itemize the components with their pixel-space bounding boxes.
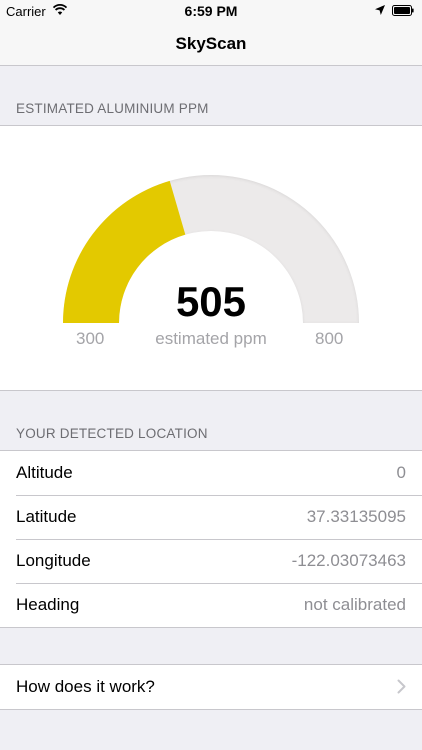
- chevron-right-icon: [397, 679, 406, 694]
- altitude-value: 0: [396, 463, 406, 482]
- info-list: How does it work?: [0, 664, 422, 710]
- page-title: SkyScan: [175, 34, 247, 53]
- location-arrow-icon: [375, 5, 385, 15]
- location-list: Altitude 0 Latitude 37.33135095 Longitud…: [0, 450, 422, 628]
- location-section-header: YOUR DETECTED LOCATION: [16, 426, 208, 441]
- latitude-row: Latitude 37.33135095: [0, 495, 422, 539]
- longitude-row: Longitude -122.03073463: [0, 539, 422, 583]
- status-bar: Carrier 6:59 PM: [0, 0, 422, 22]
- ppm-value: 505: [175, 278, 247, 325]
- heading-label: Heading: [16, 595, 80, 614]
- altitude-label: Altitude: [16, 463, 73, 482]
- gauge-max-label: 800: [315, 329, 344, 348]
- latitude-label: Latitude: [16, 507, 77, 526]
- longitude-label: Longitude: [16, 551, 91, 570]
- altitude-row: Altitude 0: [0, 451, 422, 495]
- heading-value: not calibrated: [303, 595, 406, 614]
- latitude-value: 37.33135095: [306, 507, 406, 526]
- aluminium-section-header: ESTIMATED ALUMINIUM PPM: [16, 101, 209, 116]
- how-does-it-work-label: How does it work?: [16, 677, 155, 696]
- ppm-gauge: [63, 175, 359, 323]
- heading-row: Heading not calibrated: [0, 583, 422, 627]
- navigation-bar: SkyScan: [0, 22, 422, 66]
- clock: 6:59 PM: [184, 3, 238, 19]
- longitude-value: -122.03073463: [291, 551, 406, 570]
- gauge-card: 505 300 estimated ppm 800: [0, 125, 422, 391]
- how-does-it-work-row[interactable]: How does it work?: [0, 665, 422, 709]
- battery-icon: [392, 5, 414, 16]
- gauge-unit-label: estimated ppm: [155, 329, 267, 348]
